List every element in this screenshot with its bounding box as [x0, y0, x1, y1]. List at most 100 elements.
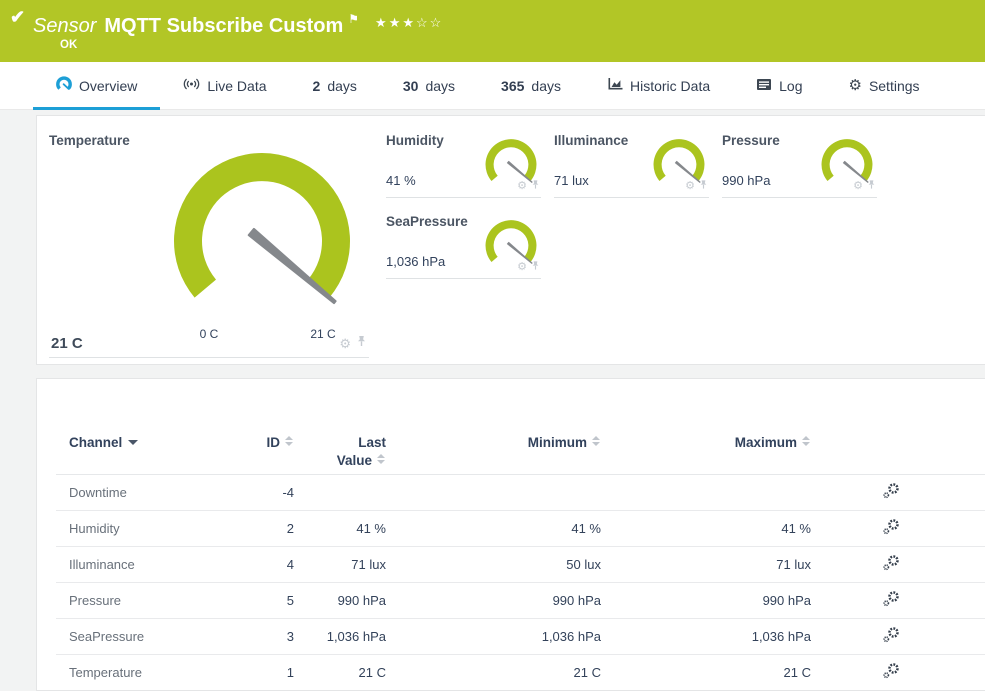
pin-icon[interactable]: [356, 334, 367, 352]
gauge-tile: Pressure 990 hPa ⚙: [722, 124, 877, 198]
tab-label: days: [425, 78, 455, 94]
temperature-gauge: [162, 149, 362, 339]
column-header-id[interactable]: ID: [199, 434, 294, 475]
table-row[interactable]: Illuminance 4 71 lux 50 lux 71 lux: [56, 547, 985, 583]
minimum-cell: 50 lux: [386, 547, 601, 583]
tab-settings[interactable]: ⚙ Settings: [825, 62, 942, 109]
minimum-cell: 1,036 hPa: [386, 619, 601, 655]
sort-icon: [377, 454, 386, 465]
maximum-cell: 41 %: [601, 511, 811, 547]
channels-table: Channel ID Last Value Minimum Maximum: [56, 434, 985, 691]
status-check-icon: ✔: [10, 7, 25, 28]
overview-content: Temperature 0 C 21 C 21 C ⚙ Humidity 41 …: [0, 110, 985, 691]
sensor-header: ✔ Sensor MQTT Subscribe Custom ⚑ ★★★☆☆ OK: [0, 0, 985, 62]
sort-icon: [592, 436, 601, 447]
gauge-value: 1,036 hPa: [386, 254, 445, 269]
sensor-title: MQTT Subscribe Custom: [104, 15, 343, 37]
tab-live-data[interactable]: Live Data: [160, 62, 289, 109]
temperature-gauge-tile: Temperature 0 C 21 C 21 C ⚙: [49, 124, 369, 358]
gauge-settings-gear-icon[interactable]: ⚙: [339, 337, 351, 350]
status-badge: OK: [60, 39, 985, 51]
channel-name-cell: Pressure: [56, 583, 199, 619]
maximum-cell: 990 hPa: [601, 583, 811, 619]
channel-settings-gears-icon[interactable]: [882, 596, 900, 611]
tab-label: Overview: [79, 78, 137, 94]
table-row[interactable]: SeaPressure 3 1,036 hPa 1,036 hPa 1,036 …: [56, 619, 985, 655]
channel-settings-cell: [811, 583, 971, 619]
channels-panel: Channel ID Last Value Minimum Maximum: [36, 378, 985, 691]
minimum-cell: 21 C: [386, 655, 601, 691]
channel-name-cell: Temperature: [56, 655, 199, 691]
gauge-settings-gear-icon[interactable]: ⚙: [853, 181, 863, 192]
row-filler: [971, 547, 985, 583]
gauge-settings-gear-icon[interactable]: ⚙: [517, 181, 527, 192]
gauge-tile: Humidity 41 % ⚙: [386, 124, 541, 198]
row-filler: [971, 655, 985, 691]
tab-label: days: [327, 78, 357, 94]
last-value-cell: 41 %: [294, 511, 386, 547]
column-header-last-value[interactable]: Last Value: [294, 434, 386, 475]
priority-stars[interactable]: ★★★☆☆: [375, 15, 443, 30]
table-row[interactable]: Humidity 2 41 % 41 % 41 %: [56, 511, 985, 547]
maximum-cell: 1,036 hPa: [601, 619, 811, 655]
channel-settings-gears-icon[interactable]: [882, 632, 900, 647]
last-value-cell: 21 C: [294, 655, 386, 691]
last-value-cell: 990 hPa: [294, 583, 386, 619]
tab-2-days[interactable]: 2 days: [290, 62, 380, 109]
gauge-value: 21 C: [51, 335, 83, 352]
tab-label: Historic Data: [630, 78, 710, 94]
column-header-minimum[interactable]: Minimum: [386, 434, 601, 475]
pin-icon[interactable]: [867, 177, 876, 195]
broadcast-icon: [183, 76, 200, 95]
last-value-cell: 1,036 hPa: [294, 619, 386, 655]
table-row[interactable]: Temperature 1 21 C 21 C 21 C: [56, 655, 985, 691]
table-row[interactable]: Downtime -4: [56, 475, 985, 511]
pin-icon[interactable]: [531, 177, 540, 195]
channel-id-cell: -4: [199, 475, 294, 511]
sensor-type-label: Sensor: [33, 15, 96, 37]
channel-id-cell: 1: [199, 655, 294, 691]
gauge-value: 990 hPa: [722, 173, 770, 188]
column-header-channel[interactable]: Channel: [56, 434, 199, 475]
channel-settings-gears-icon[interactable]: [882, 488, 900, 503]
channel-settings-cell: [811, 511, 971, 547]
channel-id-cell: 5: [199, 583, 294, 619]
tab-number: 30: [403, 78, 419, 94]
sort-icon: [802, 436, 811, 447]
tab-label: Settings: [869, 78, 920, 94]
flag-icon[interactable]: ⚑: [348, 12, 359, 26]
gauge-settings-gear-icon[interactable]: ⚙: [685, 181, 695, 192]
channel-id-cell: 3: [199, 619, 294, 655]
area-chart-icon: [607, 77, 623, 94]
gauge-settings-gear-icon[interactable]: ⚙: [517, 262, 527, 273]
table-row[interactable]: Pressure 5 990 hPa 990 hPa 990 hPa: [56, 583, 985, 619]
last-value-cell: 71 lux: [294, 547, 386, 583]
gauge-value: 41 %: [386, 173, 416, 188]
channel-settings-gears-icon[interactable]: [882, 560, 900, 575]
gauge-value: 71 lux: [554, 173, 589, 188]
tab-365-days[interactable]: 365 days: [478, 62, 584, 109]
row-filler: [971, 475, 985, 511]
channel-settings-gears-icon[interactable]: [882, 524, 900, 539]
pin-icon[interactable]: [531, 258, 540, 276]
column-header-maximum[interactable]: Maximum: [601, 434, 811, 475]
small-gauges-grid: Humidity 41 % ⚙ Illuminance 71 lux ⚙: [386, 124, 906, 364]
tab-historic-data[interactable]: Historic Data: [584, 62, 733, 109]
tab-overview[interactable]: Overview: [33, 62, 160, 109]
channel-name-cell: Downtime: [56, 475, 199, 511]
channel-id-cell: 4: [199, 547, 294, 583]
tab-bar: Overview Live Data 2 days 30 days 365 da…: [0, 62, 985, 110]
channel-settings-cell: [811, 475, 971, 511]
gauge-icon: [56, 76, 72, 95]
channel-settings-gears-icon[interactable]: [882, 668, 900, 683]
pin-icon[interactable]: [699, 177, 708, 195]
minimum-cell: [386, 475, 601, 511]
tab-log[interactable]: Log: [733, 62, 825, 109]
tab-label: days: [531, 78, 561, 94]
last-value-cell: [294, 475, 386, 511]
channel-settings-cell: [811, 655, 971, 691]
gauge-scale-min: 0 C: [187, 327, 231, 341]
tab-label: Live Data: [207, 78, 266, 94]
sort-icon: [285, 436, 294, 447]
tab-30-days[interactable]: 30 days: [380, 62, 478, 109]
